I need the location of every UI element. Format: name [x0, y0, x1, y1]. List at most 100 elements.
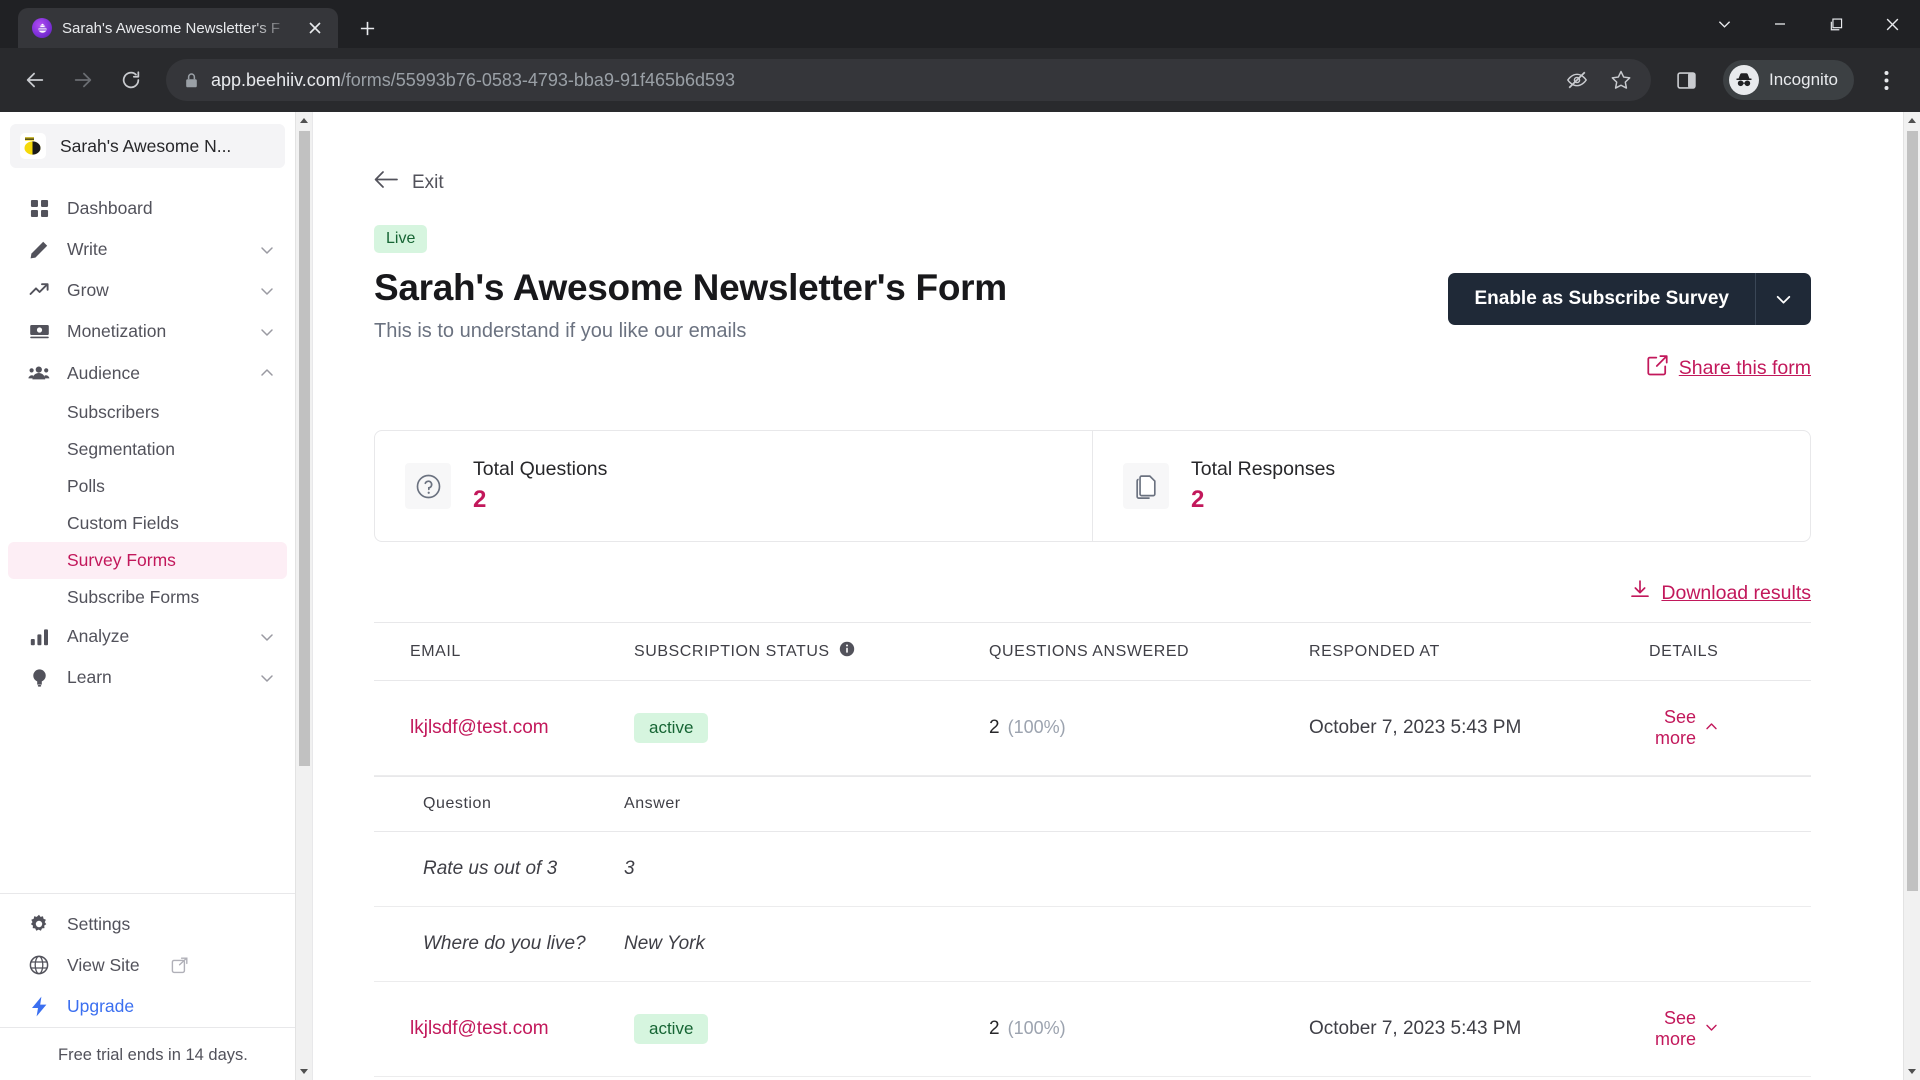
- back-button[interactable]: [14, 59, 56, 101]
- exit-button[interactable]: Exit: [374, 170, 444, 195]
- see-more-toggle[interactable]: See more: [1649, 1008, 1719, 1050]
- row-email[interactable]: lkjlsdf@test.com: [410, 717, 549, 738]
- pencil-icon: [28, 240, 50, 260]
- url-domain: app.beehiiv.com: [211, 69, 341, 90]
- scroll-thumb[interactable]: [1906, 131, 1918, 891]
- sidebar-item-label: Learn: [67, 667, 112, 687]
- sidebar-item-dashboard[interactable]: Dashboard: [8, 188, 287, 229]
- browser-toolbar: app.beehiiv.com/forms/55993b76-0583-4793…: [0, 48, 1920, 112]
- trial-notice: Free trial ends in 14 days.: [0, 1026, 295, 1080]
- table-header-row: EMAIL SUBSCRIPTION STATUS QUESTIONS ANSW…: [374, 622, 1811, 681]
- status-badge: active: [634, 713, 709, 743]
- tracking-protection-icon[interactable]: [1559, 62, 1595, 98]
- tab-search-icon[interactable]: [1696, 2, 1752, 46]
- sidebar-item-label: Write: [67, 239, 108, 259]
- browser-window: Sarah's Awesome Newsletter's F app.beehi…: [0, 0, 1920, 1080]
- column-header-subscription-status: SUBSCRIPTION STATUS: [634, 622, 989, 681]
- sidebar-item-label: Upgrade: [67, 995, 135, 1016]
- lock-icon: [184, 72, 199, 89]
- chevron-down-icon[interactable]: [259, 324, 275, 340]
- sidebar-item-polls[interactable]: Polls: [8, 468, 287, 505]
- close-window-icon[interactable]: [1864, 2, 1920, 46]
- download-icon: [1630, 580, 1650, 606]
- table-row[interactable]: lkjlsdf@test.com active 2 (100%) October …: [374, 680, 1811, 776]
- minimize-icon[interactable]: [1752, 2, 1808, 46]
- sidebar-item-label: Monetization: [67, 321, 167, 341]
- incognito-indicator[interactable]: Incognito: [1723, 60, 1854, 100]
- sidebar-item-settings[interactable]: Settings: [8, 904, 287, 945]
- scroll-down-arrow[interactable]: [1904, 1063, 1920, 1080]
- close-tab-icon[interactable]: [302, 15, 328, 41]
- chevron-down-icon[interactable]: [259, 283, 275, 299]
- answered-percent: (100%): [1007, 1018, 1066, 1038]
- page-viewport: Sarah's Awesome N... Dashboard Write Gro…: [0, 112, 1920, 1080]
- row-email[interactable]: lkjlsdf@test.com: [410, 1018, 549, 1039]
- bookmark-star-icon[interactable]: [1603, 62, 1639, 98]
- scroll-up-arrow[interactable]: [296, 112, 313, 129]
- sidebar-item-subscribe-forms[interactable]: Subscribe Forms: [8, 579, 287, 616]
- qa-row: Where do you live? New York: [374, 906, 1811, 982]
- forward-button[interactable]: [62, 59, 104, 101]
- sidebar-item-subscribers[interactable]: Subscribers: [8, 394, 287, 431]
- stat-value: 2: [1191, 486, 1205, 513]
- sidebar-item-view-site[interactable]: View Site: [8, 945, 287, 986]
- sidebar-item-learn[interactable]: Learn: [8, 657, 287, 698]
- maximize-icon[interactable]: [1808, 2, 1864, 46]
- main-content-area: Exit Live Sarah's Awesome Newsletter's F…: [313, 112, 1920, 1080]
- new-tab-icon[interactable]: [350, 11, 384, 45]
- chevron-down-icon[interactable]: [259, 670, 275, 686]
- scroll-track[interactable]: [1904, 129, 1920, 1063]
- documents-icon: [1123, 463, 1169, 509]
- qa-header-row: Question Answer: [374, 776, 1811, 832]
- sidebar-item-survey-forms[interactable]: Survey Forms: [8, 542, 287, 579]
- stats-cards: Total Questions 2 Total Responses 2: [374, 430, 1811, 542]
- sidebar-scrollbar[interactable]: [295, 112, 312, 1080]
- see-more-toggle[interactable]: See more: [1649, 707, 1719, 749]
- address-bar[interactable]: app.beehiiv.com/forms/55993b76-0583-4793…: [166, 59, 1651, 101]
- sidebar-item-upgrade[interactable]: Upgrade: [8, 986, 287, 1027]
- side-panel-icon[interactable]: [1665, 59, 1707, 101]
- sidebar-item-monetization[interactable]: Monetization: [8, 311, 287, 352]
- share-this-form-link[interactable]: Share this form: [1647, 355, 1811, 382]
- stat-total-responses: Total Responses 2: [1092, 431, 1810, 541]
- browser-tab[interactable]: Sarah's Awesome Newsletter's F: [18, 8, 338, 48]
- scroll-thumb[interactable]: [298, 131, 310, 766]
- exit-label: Exit: [412, 171, 444, 193]
- form-detail-page: Exit Live Sarah's Awesome Newsletter's F…: [313, 112, 1903, 1080]
- chevron-down-icon[interactable]: [259, 242, 275, 258]
- scroll-down-arrow[interactable]: [296, 1063, 313, 1080]
- see-more-label: See more: [1654, 1008, 1696, 1049]
- lightbulb-icon: [28, 668, 50, 688]
- banknote-icon: [28, 321, 50, 342]
- browser-menu-icon[interactable]: [1866, 60, 1906, 100]
- workspace-switcher[interactable]: Sarah's Awesome N...: [10, 124, 285, 168]
- sidebar-item-label: Dashboard: [67, 198, 153, 218]
- chevron-down-icon[interactable]: [259, 629, 275, 645]
- url-text: app.beehiiv.com/forms/55993b76-0583-4793…: [211, 70, 735, 91]
- chevron-down-icon[interactable]: [1755, 273, 1811, 325]
- responded-at: October 7, 2023 5:43 PM: [1309, 717, 1522, 738]
- answered-count: 2: [989, 717, 1000, 738]
- sidebar-item-segmentation[interactable]: Segmentation: [8, 431, 287, 468]
- bar-chart-icon: [28, 627, 50, 646]
- sidebar-item-custom-fields[interactable]: Custom Fields: [8, 505, 287, 542]
- scroll-up-arrow[interactable]: [1904, 112, 1920, 129]
- info-icon[interactable]: [839, 641, 855, 662]
- column-header-label: SUBSCRIPTION STATUS: [634, 642, 830, 660]
- beehiiv-logo-icon: [32, 18, 52, 38]
- sidebar-item-grow[interactable]: Grow: [8, 270, 287, 311]
- download-results-row: Download results: [374, 580, 1811, 606]
- scroll-track[interactable]: [296, 129, 313, 1063]
- download-results-link[interactable]: Download results: [1630, 580, 1811, 606]
- qa-column-header-question: Question: [374, 776, 624, 832]
- table-header: EMAIL SUBSCRIPTION STATUS QUESTIONS ANSW…: [374, 622, 1811, 681]
- responses-table: EMAIL SUBSCRIPTION STATUS QUESTIONS ANSW…: [374, 622, 1811, 1077]
- enable-subscribe-survey-button[interactable]: Enable as Subscribe Survey: [1448, 273, 1755, 325]
- table-row[interactable]: lkjlsdf@test.com active 2 (100%) October …: [374, 982, 1811, 1077]
- sidebar-item-analyze[interactable]: Analyze: [8, 616, 287, 657]
- chevron-up-icon[interactable]: [259, 365, 275, 381]
- page-scrollbar[interactable]: [1903, 112, 1920, 1080]
- sidebar-item-write[interactable]: Write: [8, 229, 287, 270]
- reload-button[interactable]: [110, 59, 152, 101]
- sidebar-item-audience[interactable]: Audience: [8, 352, 287, 394]
